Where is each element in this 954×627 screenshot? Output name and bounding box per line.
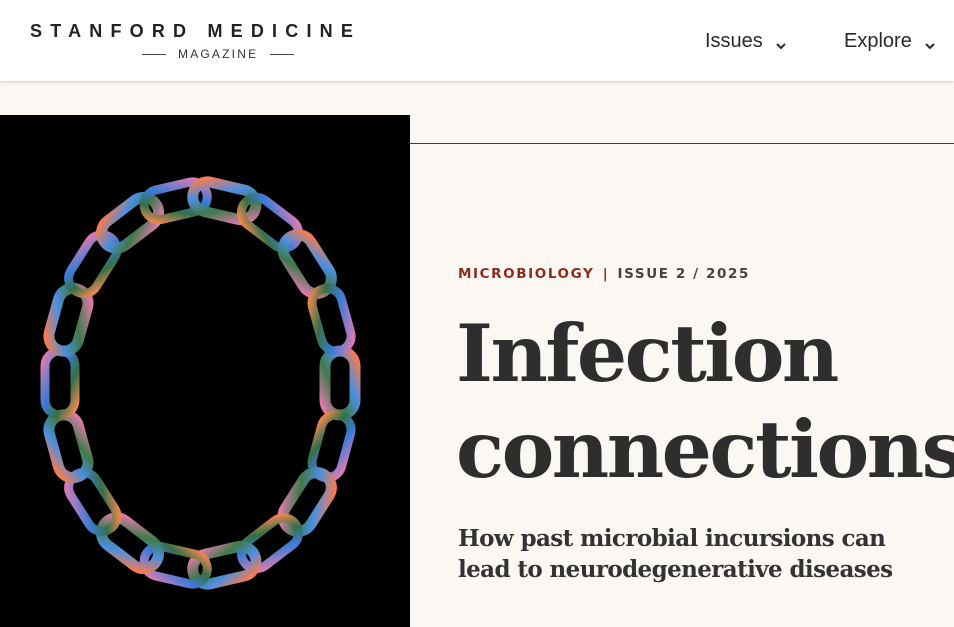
hero-divider — [410, 143, 954, 144]
chain-link — [236, 192, 304, 253]
nav-explore-label: Explore — [844, 29, 912, 52]
logo-subline: MAGAZINE — [142, 46, 295, 62]
logo-rule-left — [142, 53, 166, 55]
chain-link — [43, 409, 94, 484]
nav-issues-menu[interactable]: Issues — [705, 28, 787, 54]
chevron-down-icon — [924, 35, 936, 50]
logo-subtitle: MAGAZINE — [178, 47, 259, 61]
site-logo[interactable]: STANFORD MEDICINE MAGAZINE — [30, 20, 405, 64]
chevron-down-icon — [775, 35, 787, 50]
chain-link-illustration — [40, 176, 361, 590]
logo-rule-right — [270, 53, 295, 55]
chain-link — [319, 345, 361, 421]
chain-link — [95, 512, 165, 575]
article-kicker: MICROBIOLOGY | ISSUE 2 / 2025 — [458, 265, 750, 283]
chain-link — [307, 283, 356, 356]
kicker-separator: | — [602, 266, 610, 282]
article-title[interactable]: Infection connections — [456, 306, 954, 498]
issue-link[interactable]: ISSUE 2 / 2025 — [618, 266, 750, 282]
nav-explore-menu[interactable]: Explore — [844, 28, 936, 54]
chain-link — [64, 230, 122, 298]
chain-link — [277, 467, 337, 537]
chain-link — [40, 346, 80, 420]
site-header: STANFORD MEDICINE MAGAZINE Issues Explor… — [0, 0, 954, 81]
nav-issues-label: Issues — [705, 29, 763, 52]
hero-image[interactable] — [0, 115, 410, 627]
category-link[interactable]: MICROBIOLOGY — [458, 266, 594, 282]
logo-wordmark: STANFORD MEDICINE — [30, 21, 362, 41]
article-subtitle: How past microbial incursions can lead t… — [458, 525, 893, 583]
